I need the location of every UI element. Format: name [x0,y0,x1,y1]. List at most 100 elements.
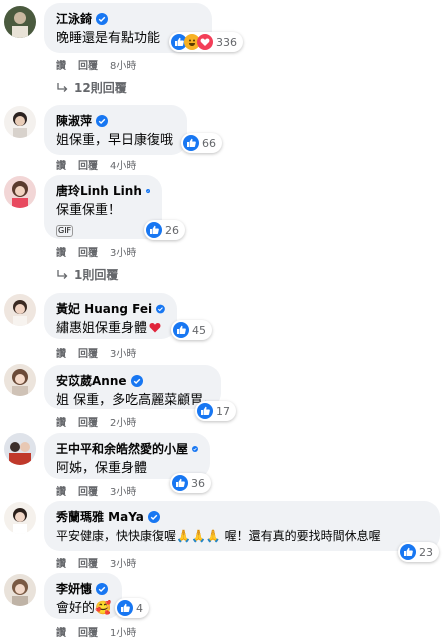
avatar[interactable] [4,364,36,396]
verified-badge-icon [96,582,109,595]
reaction-summary[interactable]: 336 [169,32,243,52]
avatar[interactable] [4,502,36,534]
verified-badge-icon [156,304,165,313]
avatar[interactable] [4,433,36,465]
avatar[interactable] [4,294,36,326]
gif-sticker[interactable]: GIF [56,224,74,237]
view-replies-label[interactable]: 1則回覆 [74,266,118,283]
verified-badge-icon [96,12,109,25]
reaction-count: 336 [216,35,237,49]
reaction-count: 26 [165,223,179,237]
like-icon [146,222,162,238]
like-button[interactable]: 讚 [56,345,66,360]
verified-badge-icon [130,374,143,387]
like-icon [183,135,199,151]
like-icon [197,403,213,419]
reply-button[interactable]: 回覆 [78,414,98,429]
comment-bubble: 李妍憓 會好的🥰 [44,573,122,619]
reaction-count: 66 [202,136,216,150]
reply-button[interactable]: 回覆 [78,483,98,498]
avatar[interactable] [4,176,36,208]
commenter-name[interactable]: 王中平和余皓然愛的小屋 [56,440,188,457]
reaction-summary[interactable]: 23 [398,542,439,562]
avatar[interactable] [4,574,36,606]
reply-button[interactable]: 回覆 [78,57,98,72]
like-button[interactable]: 讚 [56,624,66,639]
commenter-name[interactable]: 唐玲Linh Linh [56,182,142,199]
commenter-name[interactable]: 黃妃 Huang Fei [56,300,152,317]
like-button[interactable]: 讚 [56,483,66,498]
reply-button[interactable]: 回覆 [78,345,98,360]
reaction-count: 23 [419,545,433,559]
commenter-name[interactable]: 秀蘭瑪雅 MaYa [56,508,144,525]
reply-button[interactable]: 回覆 [78,555,98,570]
comment-text: 繡惠姐保重身體 [56,319,165,338]
comment-text: 姐保重，早日康復哦 [56,133,174,148]
like-icon [117,600,133,616]
comment-actions: 讚 回覆 3小時 [56,483,148,498]
comment-actions: 讚 回覆 8小時 [56,57,148,72]
timestamp[interactable]: 8小時 [110,57,136,72]
like-button[interactable]: 讚 [56,414,66,429]
verified-badge-icon [192,445,198,452]
verified-badge-icon [147,510,160,523]
reaction-count: 45 [192,323,206,337]
reaction-summary[interactable]: 36 [170,473,211,493]
reaction-count: 17 [216,404,230,418]
reply-button[interactable]: 回覆 [78,624,98,639]
comment-bubble: 安苡葳Anne 姐 保重，多吃高麗菜顧胃。 [44,365,221,409]
comment-actions: 讚 回覆 2小時 [56,414,148,429]
like-icon [173,322,189,338]
reaction-count: 4 [136,601,143,615]
comment-text: 平安健康，快快康復喔🙏🙏🙏 喔！還有真的要找時間休息喔 [56,529,381,543]
love-icon [197,34,213,50]
comment-actions: 讚 回覆 4小時 [56,157,148,172]
reply-button[interactable]: 回覆 [78,157,98,172]
timestamp[interactable]: 3小時 [110,483,136,498]
comment-actions: 讚 回覆 3小時 [56,345,148,360]
commenter-name[interactable]: 李妍憓 [56,580,92,597]
avatar[interactable] [4,6,36,38]
comment-bubble: 秀蘭瑪雅 MaYa 平安健康，快快康復喔🙏🙏🙏 喔！還有真的要找時間休息喔 [44,501,440,551]
timestamp[interactable]: 3小時 [110,244,136,259]
reply-arrow-icon [57,269,68,279]
reaction-count: 36 [191,476,205,490]
reaction-summary[interactable]: 17 [195,401,236,421]
timestamp[interactable]: 2小時 [110,414,136,429]
avatar[interactable] [4,106,36,138]
comment-bubble: 黃妃 Huang Fei 繡惠姐保重身體 [44,293,177,339]
like-icon [172,475,188,491]
commenter-name[interactable]: 陳淑萍 [56,112,92,129]
reply-arrow-icon [57,82,68,92]
like-button[interactable]: 讚 [56,555,66,570]
commenter-name[interactable]: 安苡葳Anne [56,372,127,389]
like-icon [400,544,416,560]
timestamp[interactable]: 3小時 [110,555,136,570]
timestamp[interactable]: 3小時 [110,345,136,360]
comment-text: 保重保重！ [56,203,122,218]
view-replies-label[interactable]: 12則回覆 [74,79,127,96]
reaction-summary[interactable]: 4 [115,598,149,618]
view-replies-link[interactable]: 1則回覆 [56,266,118,283]
timestamp[interactable]: 1小時 [110,624,136,639]
like-button[interactable]: 讚 [56,57,66,72]
reaction-summary[interactable]: 66 [181,133,222,153]
comment-actions: 讚 回覆 3小時 [56,244,148,259]
comment-text-body: 繡惠姐保重身體 [56,321,148,336]
comment-actions: 讚 回覆 3小時 [56,555,148,570]
reply-button[interactable]: 回覆 [78,244,98,259]
like-button[interactable]: 讚 [56,157,66,172]
comment-text: 會好的🥰 [56,601,112,616]
timestamp[interactable]: 4小時 [110,157,136,172]
verified-badge-icon [145,188,150,193]
view-replies-link[interactable]: 12則回覆 [56,79,127,96]
comment-text: 姐 保重，多吃高麗菜顧胃。 [56,393,217,408]
verified-badge-icon [96,114,109,127]
like-button[interactable]: 讚 [56,244,66,259]
commenter-name[interactable]: 江泳錡 [56,10,92,27]
comment-bubble: 陳淑萍 姐保重，早日康復哦 [44,105,187,155]
red-heart-icon [149,323,161,333]
reaction-summary[interactable]: 45 [171,320,212,340]
comment-actions: 讚 回覆 1小時 [56,624,148,639]
reaction-summary[interactable]: 26 [144,220,185,240]
